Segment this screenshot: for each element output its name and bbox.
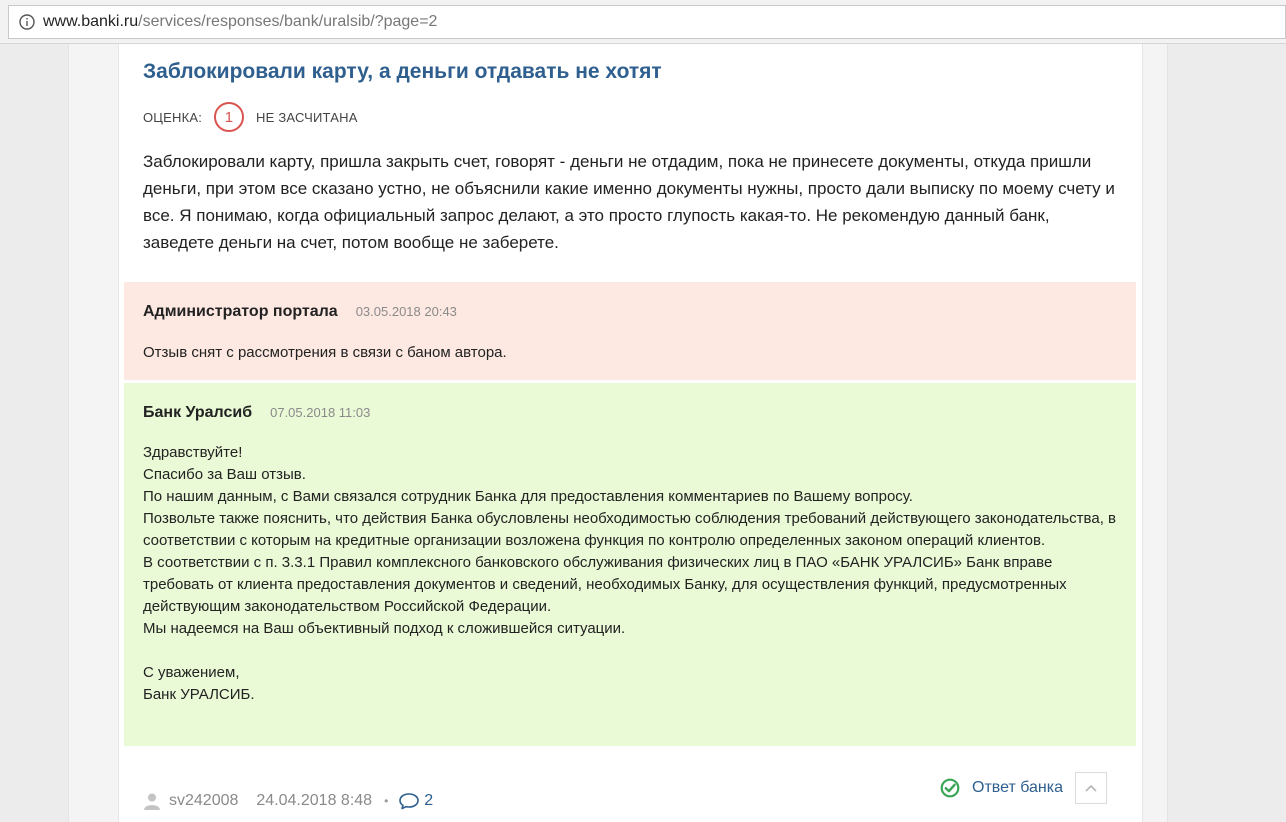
url-path: /services/responses/bank/uralsib/?page=2 — [138, 13, 438, 30]
user-icon — [143, 792, 161, 810]
page-background-left — [0, 44, 68, 822]
bank-reply: Банк Уралсиб 07.05.2018 11:03 Здравствуй… — [124, 383, 1136, 746]
admin-reply-author: Администратор портала — [143, 303, 338, 320]
admin-reply-date: 03.05.2018 20:43 — [355, 304, 457, 319]
admin-reply-text: Отзыв снят с рассмотрения в связи с бано… — [143, 342, 1118, 364]
bank-reply-signature-2: Банк УРАЛСИБ. — [143, 686, 255, 703]
rating-label: ОЦЕНКА: — [143, 109, 203, 125]
bank-reply-line: Позвольте также пояснить, что действия Б… — [143, 510, 1117, 549]
url-host: www.banki.ru — [43, 13, 139, 30]
bank-reply-header: Банк Уралсиб 07.05.2018 11:03 — [143, 404, 370, 422]
review-title[interactable]: Заблокировали карту, а деньги отдавать н… — [143, 60, 662, 84]
rating-value-badge: 1 — [214, 102, 245, 132]
admin-reply-line: Отзыв снят с рассмотрения в связи с бано… — [143, 344, 507, 361]
separator-dot: • — [384, 794, 389, 808]
bank-answer-link[interactable]: Ответ банка — [972, 779, 1063, 797]
review-meta: sv242008 24.04.2018 8:48 • 2 — [143, 788, 433, 814]
admin-reply: Администратор портала 03.05.2018 20:43 О… — [124, 282, 1136, 380]
bank-answer-area: Ответ банка — [940, 772, 1108, 804]
comments-count[interactable]: 2 — [424, 792, 433, 810]
url-field[interactable]: www.banki.ru/services/responses/bank/ura… — [8, 5, 1286, 39]
bank-reply-line: Мы надеемся на Ваш объективный подход к … — [143, 620, 626, 637]
check-circle-icon — [940, 778, 960, 798]
bank-reply-line: Спасибо за Ваш отзыв. — [143, 466, 306, 483]
collapse-button[interactable] — [1075, 772, 1108, 804]
chevron-up-icon — [1085, 784, 1097, 792]
bank-reply-line: Здравствуйте! — [143, 444, 243, 461]
admin-reply-header: Администратор портала 03.05.2018 20:43 — [143, 303, 457, 321]
bank-reply-author: Банк Уралсиб — [143, 404, 253, 421]
bank-reply-line: В соответствии с п. 3.3.1 Правил комплек… — [143, 554, 1067, 615]
bank-reply-signature-1: С уважением, — [143, 664, 240, 681]
url-text[interactable]: www.banki.ru/services/responses/bank/ura… — [43, 13, 437, 31]
comment-icon[interactable] — [398, 792, 420, 810]
bank-reply-date: 07.05.2018 11:03 — [270, 405, 371, 420]
review-text: Заблокировали карту, пришла закрыть счет… — [143, 152, 1115, 252]
review-author-link[interactable]: sv242008 — [169, 792, 238, 810]
bank-reply-line: По нашим данным, с Вами связался сотрудн… — [143, 488, 913, 505]
info-icon[interactable] — [19, 14, 35, 30]
rating-row: ОЦЕНКА: 1 НЕ ЗАСЧИТАНА — [143, 100, 358, 134]
review-date: 24.04.2018 8:48 — [256, 792, 373, 809]
bank-reply-text: Здравствуйте! Спасибо за Ваш отзыв. По н… — [143, 442, 1118, 706]
rating-status: НЕ ЗАСЧИТАНА — [256, 109, 358, 125]
browser-address-bar: www.banki.ru/services/responses/bank/ura… — [0, 0, 1286, 44]
